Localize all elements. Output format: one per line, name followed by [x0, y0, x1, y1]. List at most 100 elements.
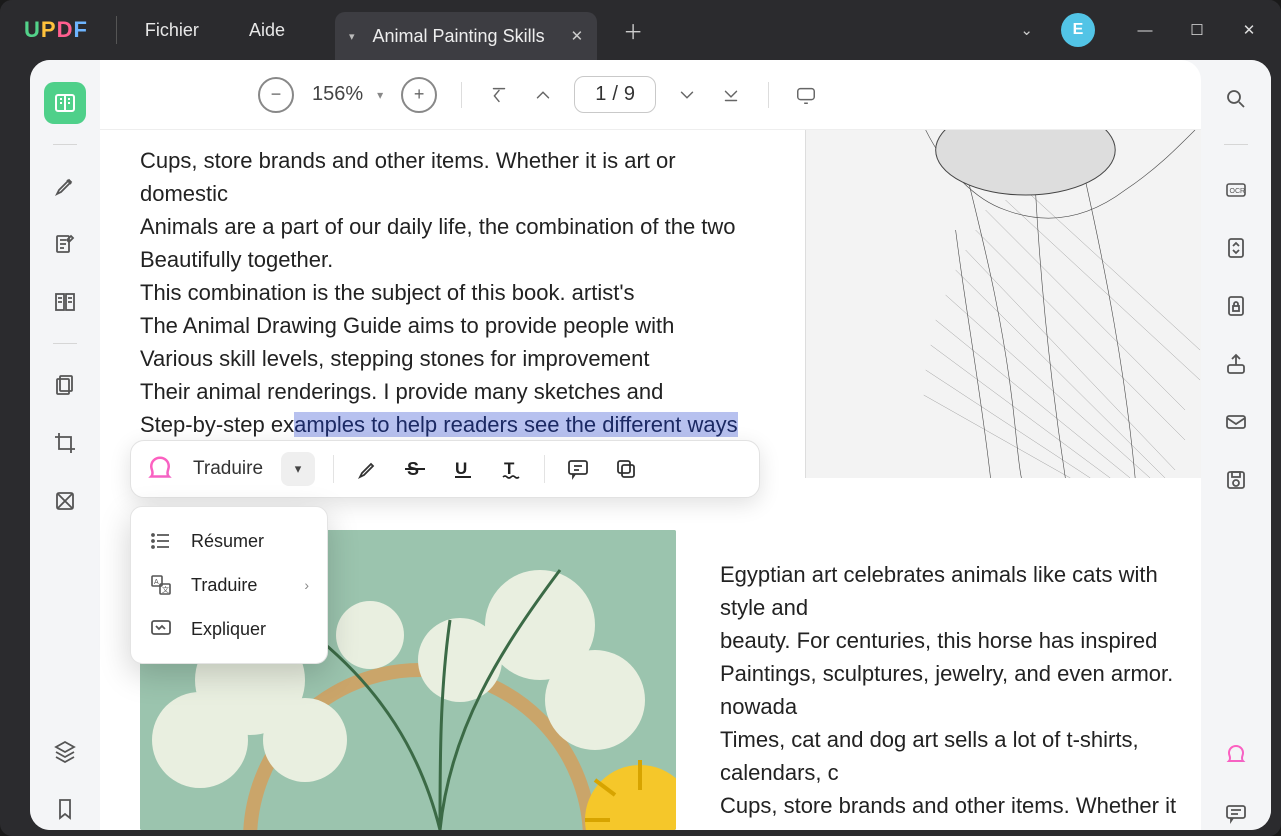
view-toolbar: − 156% ▾ + 1 / 9	[100, 60, 1201, 130]
translate-label[interactable]: Traduire	[193, 458, 263, 480]
chevron-right-icon: ›	[304, 577, 309, 593]
save-button[interactable]	[1215, 463, 1257, 497]
divider	[333, 455, 334, 483]
text-line: This combination is the subject of this …	[140, 280, 635, 305]
text-line: Beautifully together.	[140, 247, 333, 272]
page-total: 9	[624, 83, 635, 106]
highlighter-tool[interactable]	[44, 165, 86, 207]
svg-text:T: T	[504, 459, 515, 478]
selected-text: amples to help readers see the different…	[294, 412, 738, 437]
compare-tool[interactable]	[44, 480, 86, 522]
ocr-button[interactable]: OCR	[1215, 173, 1257, 207]
comment-icon[interactable]	[563, 454, 593, 484]
divider	[53, 343, 77, 344]
right-tool-rail: OCR	[1201, 60, 1271, 830]
ai-dropdown-menu: Résumer A文 Traduire › Expliquer	[130, 506, 328, 664]
paragraph: Egyptian art celebrates animals like cat…	[720, 558, 1185, 830]
divider	[1224, 144, 1248, 145]
page-current: 1	[595, 83, 606, 106]
menu-label: Résumer	[191, 531, 264, 552]
app-window: UPDF Fichier Aide ▾ Animal Painting Skil…	[0, 0, 1281, 836]
comments-button[interactable]	[1215, 796, 1257, 830]
app-logo: UPDF	[24, 17, 88, 43]
text-line: Paintings, sculptures, jewelry, and even…	[720, 661, 1173, 719]
pages-tool[interactable]	[44, 364, 86, 406]
bookmark-tool[interactable]	[44, 788, 86, 830]
ai-flower-icon	[145, 454, 175, 484]
user-avatar[interactable]: E	[1061, 13, 1095, 47]
left-tool-rail	[30, 60, 100, 830]
text-line: Animals are a part of our daily life, th…	[140, 214, 736, 239]
squiggly-icon[interactable]: T	[496, 454, 526, 484]
annotate-tool[interactable]	[44, 223, 86, 265]
window-close-button[interactable]: ✕	[1223, 10, 1275, 50]
menu-help[interactable]: Aide	[249, 20, 285, 41]
window-minimize-button[interactable]: ―	[1119, 10, 1171, 50]
tab-menu-caret-icon[interactable]: ▾	[349, 30, 355, 43]
zoom-dropdown-icon[interactable]: ▾	[377, 88, 383, 102]
menu-explain[interactable]: Expliquer	[131, 607, 327, 651]
copy-icon[interactable]	[611, 454, 641, 484]
svg-text:文: 文	[162, 585, 169, 594]
tab-title: Animal Painting Skills	[373, 26, 545, 47]
ai-assistant-button[interactable]	[1215, 738, 1257, 772]
menu-summarize[interactable]: Résumer	[131, 519, 327, 563]
text-line: Various skill levels, stepping stones fo…	[140, 346, 649, 371]
list-icon	[149, 529, 173, 553]
first-page-button[interactable]	[486, 82, 512, 108]
highlighter-icon[interactable]	[352, 454, 382, 484]
presentation-button[interactable]	[793, 82, 819, 108]
convert-button[interactable]	[1215, 231, 1257, 265]
window-controls: ⌄ E ― ☐ ✕	[1020, 10, 1275, 50]
ai-action-dropdown[interactable]: ▾	[281, 452, 315, 486]
title-bar: UPDF Fichier Aide ▾ Animal Painting Skil…	[0, 0, 1281, 60]
text-line: Egyptian art celebrates animals like cat…	[720, 562, 1158, 620]
recent-dropdown-icon[interactable]: ⌄	[1020, 21, 1033, 39]
text-line: Times, cat and dog art sells a lot of t-…	[720, 727, 1139, 785]
next-page-button[interactable]	[674, 82, 700, 108]
document-tab[interactable]: ▾ Animal Painting Skills ✕	[335, 12, 597, 60]
menu-label: Traduire	[191, 575, 257, 596]
page-indicator[interactable]: 1 / 9	[574, 76, 656, 113]
menu-translate[interactable]: A文 Traduire ›	[131, 563, 327, 607]
divider	[116, 16, 117, 44]
search-button[interactable]	[1215, 82, 1257, 116]
new-tab-button[interactable]: ＋	[623, 16, 643, 45]
divider	[461, 82, 462, 108]
email-button[interactable]	[1215, 405, 1257, 439]
menu-label: Expliquer	[191, 619, 266, 640]
svg-text:U: U	[455, 459, 467, 478]
text-line: Step-by-step examples to help readers se…	[140, 412, 738, 437]
divider	[53, 144, 77, 145]
page-organize-tool[interactable]	[44, 281, 86, 323]
close-tab-icon[interactable]: ✕	[571, 27, 584, 45]
tab-strip: ▾ Animal Painting Skills ✕ ＋	[335, 0, 643, 60]
layers-tool[interactable]	[44, 730, 86, 772]
page-sep: /	[612, 83, 618, 106]
last-page-button[interactable]	[718, 82, 744, 108]
translate-icon: A文	[149, 573, 173, 597]
menu-file[interactable]: Fichier	[145, 20, 199, 41]
text-line: The Animal Drawing Guide aims to provide…	[140, 313, 674, 338]
protect-button[interactable]	[1215, 289, 1257, 323]
paragraph: Cups, store brands and other items. Whet…	[140, 144, 750, 474]
strikethrough-icon[interactable]: S	[400, 454, 430, 484]
text-line: Cups, store brands and other items. Whet…	[720, 793, 1176, 830]
selection-toolbar: Traduire ▾ S U T	[130, 440, 760, 498]
prev-page-button[interactable]	[530, 82, 556, 108]
svg-text:A: A	[154, 579, 159, 586]
share-button[interactable]	[1215, 347, 1257, 381]
zoom-level[interactable]: 156%	[312, 83, 363, 106]
divider	[544, 455, 545, 483]
explain-icon	[149, 617, 173, 641]
window-maximize-button[interactable]: ☐	[1171, 10, 1223, 50]
underline-icon[interactable]: U	[448, 454, 478, 484]
text-line: Cups, store brands and other items. Whet…	[140, 148, 676, 206]
text-line: beauty. For centuries, this horse has in…	[720, 628, 1157, 653]
svg-text:OCR: OCR	[1230, 188, 1246, 195]
zoom-out-button[interactable]: −	[258, 77, 294, 113]
zoom-in-button[interactable]: +	[401, 77, 437, 113]
crop-tool[interactable]	[44, 422, 86, 464]
reader-tool[interactable]	[44, 82, 86, 124]
divider	[768, 82, 769, 108]
